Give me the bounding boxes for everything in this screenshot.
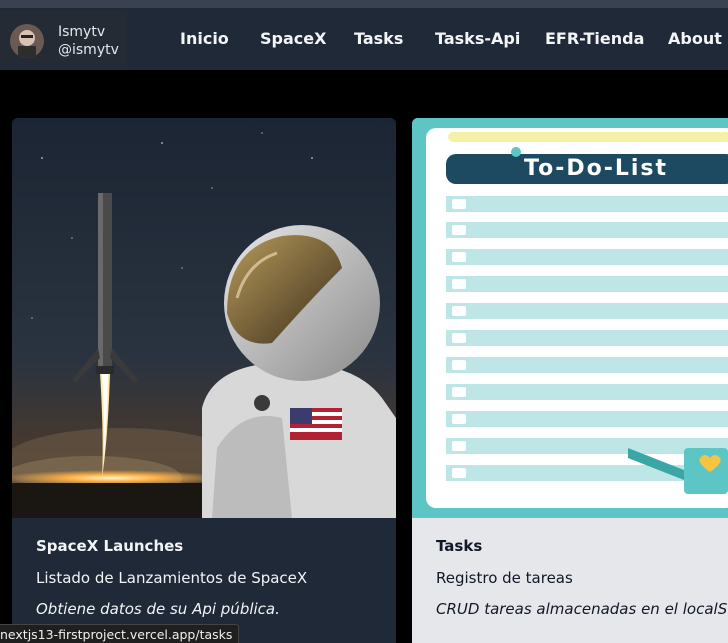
nav-about[interactable]: About <box>668 29 722 48</box>
status-bar-url: nextjs13-firstproject.vercel.app/tasks <box>0 624 240 643</box>
spacex-card-image <box>12 118 396 518</box>
user-profile[interactable]: Ismytv @ismytv <box>0 10 127 68</box>
todo-title-text: To-Do-List <box>524 156 668 181</box>
card-note: CRUD tareas almacenadas en el localStora… <box>436 600 728 618</box>
card-spacex[interactable]: SpaceX Launches Listado de Lanzamientos … <box>12 118 396 643</box>
nav-inicio[interactable]: Inicio <box>180 29 229 48</box>
avatar <box>10 24 44 58</box>
user-name: Ismytv <box>58 24 106 40</box>
browser-top-strip <box>0 0 728 8</box>
todo-list-image: To-Do-List <box>412 118 728 518</box>
card-tasks[interactable]: To-Do-List Tasks Registro de tareas CRUD… <box>412 118 728 643</box>
nav-spacex[interactable]: SpaceX <box>260 29 326 48</box>
card-title: Tasks <box>436 537 483 555</box>
card-description: Registro de tareas <box>436 569 573 587</box>
nav-tasks-api[interactable]: Tasks-Api <box>435 29 520 48</box>
card-description: Listado de Lanzamientos de SpaceX <box>36 569 308 587</box>
nav-efr-tienda[interactable]: EFR-Tienda <box>545 29 644 48</box>
card-title: SpaceX Launches <box>36 537 184 555</box>
user-handle: @ismytv <box>58 42 119 58</box>
nav-tasks[interactable]: Tasks <box>354 29 403 48</box>
card-note: Obtiene datos de su Api pública. <box>36 600 280 618</box>
navbar: Ismytv @ismytv Inicio SpaceX Tasks Tasks… <box>0 8 728 70</box>
